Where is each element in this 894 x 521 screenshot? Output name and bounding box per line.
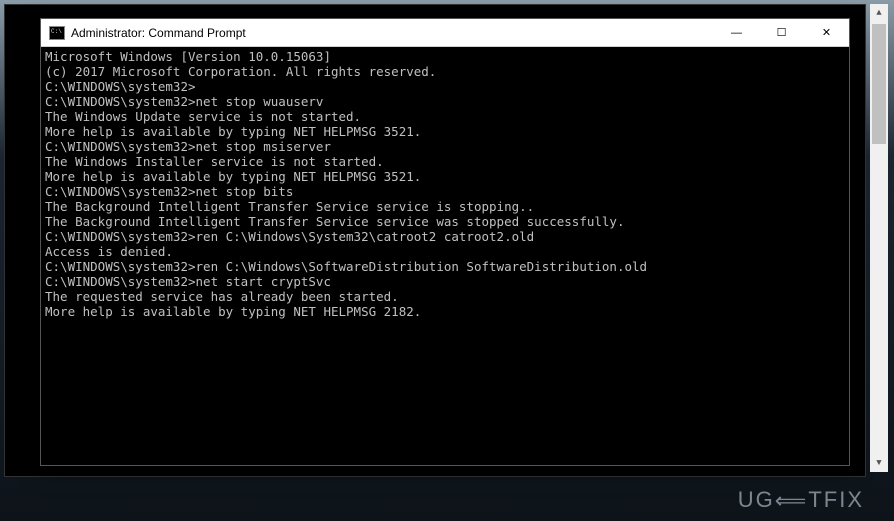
watermark-text-post: TFIX [808,487,864,512]
watermark-text-pre: UG [738,487,775,512]
close-button[interactable]: ✕ [804,19,849,46]
maximize-button[interactable]: ☐ [759,19,804,46]
terminal-line: C:\WINDOWS\system32>net stop msiserver [45,139,845,154]
terminal-line: C:\WINDOWS\system32>net stop bits [45,184,845,199]
minimize-button[interactable]: — [714,19,759,46]
terminal-line: Access is denied. [45,244,845,259]
window-title: Administrator: Command Prompt [71,26,714,40]
watermark: UG⟸TFIX [738,487,864,513]
cmd-icon [49,26,65,40]
arrow-left-icon: ⟸ [775,488,809,514]
terminal-line: Microsoft Windows [Version 10.0.15063] [45,49,845,64]
terminal-line: C:\WINDOWS\system32>net start cryptSvc [45,274,845,289]
scrollbar-down-icon[interactable]: ▼ [870,454,888,472]
terminal-line: The requested service has already been s… [45,289,845,304]
terminal-line: The Background Intelligent Transfer Serv… [45,214,845,229]
terminal-line: More help is available by typing NET HEL… [45,124,845,139]
terminal-line: The Background Intelligent Transfer Serv… [45,199,845,214]
command-prompt-window: Administrator: Command Prompt — ☐ ✕ Micr… [40,18,850,466]
terminal-line: More help is available by typing NET HEL… [45,169,845,184]
terminal-line: The Windows Installer service is not sta… [45,154,845,169]
vertical-scrollbar[interactable]: ▲ ▼ [870,4,888,472]
terminal-line: C:\WINDOWS\system32>net stop wuauserv [45,94,845,109]
terminal-line: C:\WINDOWS\system32>ren C:\Windows\Syste… [45,229,845,244]
terminal-line: C:\WINDOWS\system32> [45,79,845,94]
terminal-line: C:\WINDOWS\system32>ren C:\Windows\Softw… [45,259,845,274]
scrollbar-up-icon[interactable]: ▲ [870,4,888,22]
terminal-line: The Windows Update service is not starte… [45,109,845,124]
terminal-line: More help is available by typing NET HEL… [45,304,845,319]
terminal-line: (c) 2017 Microsoft Corporation. All righ… [45,64,845,79]
scrollbar-thumb[interactable] [872,24,886,144]
titlebar[interactable]: Administrator: Command Prompt — ☐ ✕ [41,19,849,47]
window-controls: — ☐ ✕ [714,19,849,46]
terminal-output[interactable]: Microsoft Windows [Version 10.0.15063] (… [41,47,849,465]
